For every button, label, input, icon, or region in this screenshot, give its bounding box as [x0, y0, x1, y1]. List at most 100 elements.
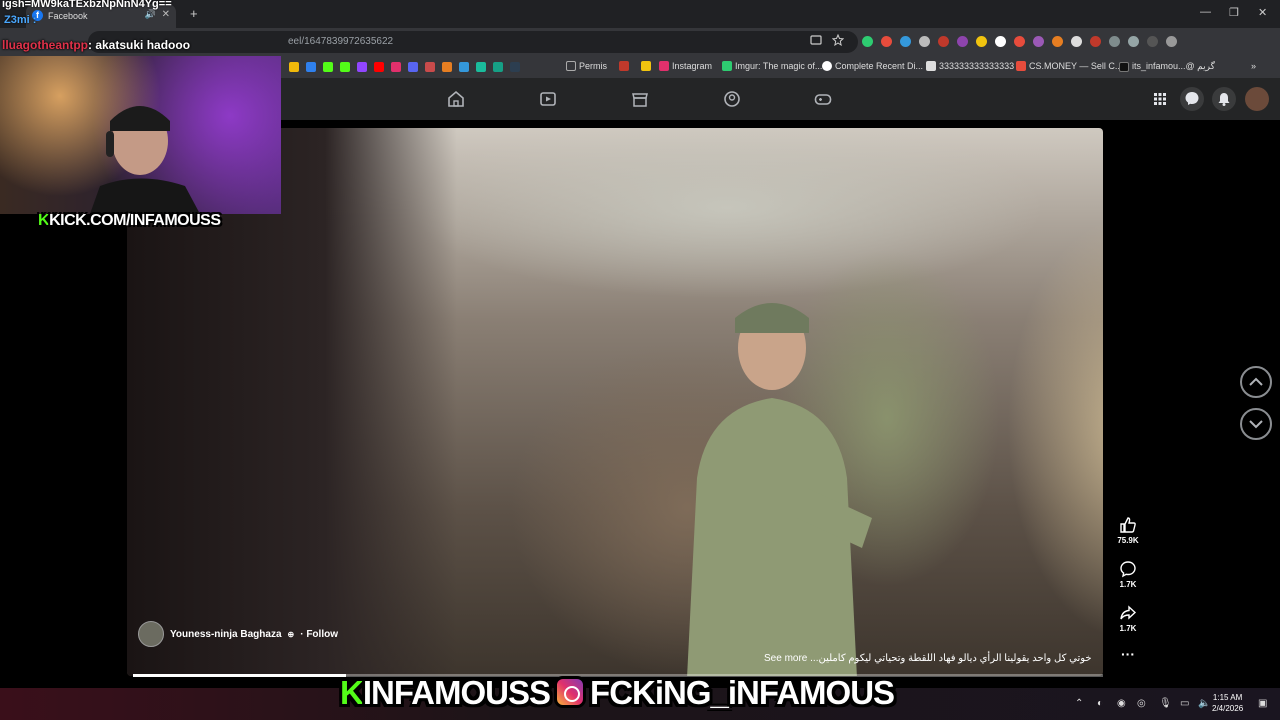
bookmark-tiktok[interactable]: its_infamou...@ گريم [1119, 61, 1215, 72]
folder-icon [566, 61, 576, 71]
next-reel-button[interactable] [1240, 408, 1272, 440]
new-tab-button[interactable]: + [190, 6, 198, 21]
bookmark-333[interactable]: 333333333333333 [926, 61, 1014, 71]
browser-tab-bar: f Facebook 🔊 ✕ + — ❐ ✕ [0, 0, 1280, 28]
extension-icon[interactable] [957, 36, 968, 47]
menu-grid-icon[interactable] [1148, 87, 1172, 111]
screen: f Facebook 🔊 ✕ + — ❐ ✕ eel/1647839972635… [0, 0, 1280, 720]
restore-icon[interactable]: ❐ [1229, 6, 1239, 19]
kick-logo: K [38, 212, 50, 229]
home-icon[interactable] [447, 90, 465, 108]
streamer-figure [90, 106, 200, 214]
previous-reel-button[interactable] [1240, 366, 1272, 398]
tab-title: Facebook [48, 11, 88, 21]
bookmark-icon[interactable] [391, 62, 401, 72]
bookmark-icon[interactable] [459, 62, 469, 72]
bookmark-permis[interactable]: Permis [566, 61, 607, 71]
banner-kick-handle: INFAMOUSS [362, 674, 551, 711]
bookmark-icon[interactable] [442, 62, 452, 72]
extension-icon[interactable] [1014, 36, 1025, 47]
bookmark-icon[interactable] [289, 62, 299, 72]
social-banner-overlay: KINFAMOUSS FCKiNG_iNFAMOUS [340, 674, 895, 712]
extension-icon[interactable] [976, 36, 987, 47]
bookmark-instagram[interactable]: Instagram [659, 61, 712, 71]
profile-avatar[interactable] [1245, 87, 1269, 111]
bookmark-icon[interactable] [493, 62, 503, 72]
extension-icon[interactable] [900, 36, 911, 47]
profile-icon[interactable] [1147, 36, 1158, 47]
tray-chevron-icon[interactable]: ⌃ [1075, 698, 1083, 709]
volume-icon[interactable]: 🔈 [1198, 698, 1210, 709]
extension-icon[interactable] [995, 36, 1006, 47]
groups-icon[interactable] [723, 90, 741, 108]
bookmark-csmoney[interactable]: CS.MONEY — Sell C... [1016, 61, 1122, 71]
speaker-icon[interactable]: 🔊 [145, 9, 156, 20]
bookmark-imgur[interactable]: Imgur: The magic of... [722, 61, 822, 71]
bookmark-icon[interactable] [323, 62, 333, 72]
messenger-icon[interactable] [1180, 87, 1204, 111]
bookmark-chart[interactable] [641, 61, 651, 71]
bookmark-icon[interactable] [340, 62, 350, 72]
bookmark-red[interactable] [619, 61, 629, 71]
reel-author[interactable]: Youness-ninja Baghaza ⊕ · Follow [138, 621, 338, 647]
taskbar-clock[interactable]: 1:15 AM 2/4/2026 [1212, 692, 1243, 714]
extension-icon[interactable] [1071, 36, 1082, 47]
url-input[interactable]: eel/1647839972635622 [88, 31, 858, 53]
tray-app-icon[interactable]: ◎ [1137, 698, 1146, 709]
gaming-icon[interactable] [814, 90, 832, 108]
notification-center-icon[interactable]: ▣ [1258, 698, 1267, 709]
bookmark-icon[interactable] [306, 62, 316, 72]
imgur-icon [722, 61, 732, 71]
csmoney-icon [1016, 61, 1026, 71]
author-name[interactable]: Youness-ninja Baghaza [170, 629, 282, 640]
marketplace-icon[interactable] [631, 90, 649, 108]
extension-icon[interactable] [1052, 36, 1063, 47]
share-icon [1120, 605, 1137, 620]
follow-button[interactable]: · Follow [300, 629, 338, 640]
bookmark-icon[interactable] [374, 62, 384, 72]
share-button[interactable]: 1.7K [1112, 604, 1144, 633]
extension-icon[interactable] [919, 36, 930, 47]
bookmark-icon[interactable] [357, 62, 367, 72]
video-icon[interactable] [539, 90, 557, 108]
bookmark-icon[interactable] [425, 62, 435, 72]
bookmark-icon[interactable] [510, 62, 520, 72]
banner-instagram-handle: FCKiNG_iNFAMOUS [590, 674, 895, 711]
extension-icon[interactable] [881, 36, 892, 47]
extension-icon[interactable] [938, 36, 949, 47]
author-avatar[interactable] [138, 621, 164, 647]
microphone-icon[interactable]: 🎙 [1159, 698, 1172, 709]
comment-button[interactable]: 1.7K [1112, 560, 1144, 589]
chat-line: Z3mi : [4, 14, 37, 26]
network-icon[interactable]: ▭ [1180, 698, 1189, 709]
notifications-icon[interactable] [1212, 87, 1236, 111]
instagram-icon [659, 61, 669, 71]
reel-caption[interactable]: See more ...خوتي كل واحد يقولينا الرأي د… [764, 653, 1092, 664]
discord-icon[interactable]: ◉ [1117, 698, 1126, 709]
instagram-icon [554, 676, 587, 708]
bookmark-icon[interactable] [476, 62, 486, 72]
extension-icon[interactable] [1090, 36, 1101, 47]
url-text: eel/1647839972635622 [288, 36, 394, 47]
close-window-icon[interactable]: ✕ [1258, 6, 1267, 19]
bookmarks-overflow-icon[interactable]: » [1251, 61, 1256, 71]
extension-icon[interactable] [1033, 36, 1044, 47]
bookmark-star-icon[interactable] [832, 34, 844, 46]
facebook-nav-bar [281, 78, 1280, 120]
extension-icon[interactable] [862, 36, 873, 47]
video-person [687, 303, 872, 676]
kebab-menu-icon[interactable] [1166, 36, 1177, 47]
cast-icon[interactable] [810, 34, 822, 46]
close-tab-icon[interactable]: ✕ [162, 9, 170, 20]
puzzle-icon[interactable] [1109, 36, 1120, 47]
more-options-button[interactable]: ··· [1112, 646, 1144, 662]
minimize-icon[interactable]: — [1200, 6, 1211, 18]
tray-app-icon[interactable]: ◐ [1097, 698, 1103, 709]
like-button[interactable]: 75.9K [1112, 516, 1144, 545]
bookmark-icon[interactable] [408, 62, 418, 72]
bookmark-github[interactable]: Complete Recent Di... [822, 61, 923, 71]
clock-time: 1:15 AM [1212, 693, 1243, 702]
address-actions [810, 34, 844, 46]
streamer-webcam [0, 56, 281, 214]
menu-icon[interactable] [1128, 36, 1139, 47]
